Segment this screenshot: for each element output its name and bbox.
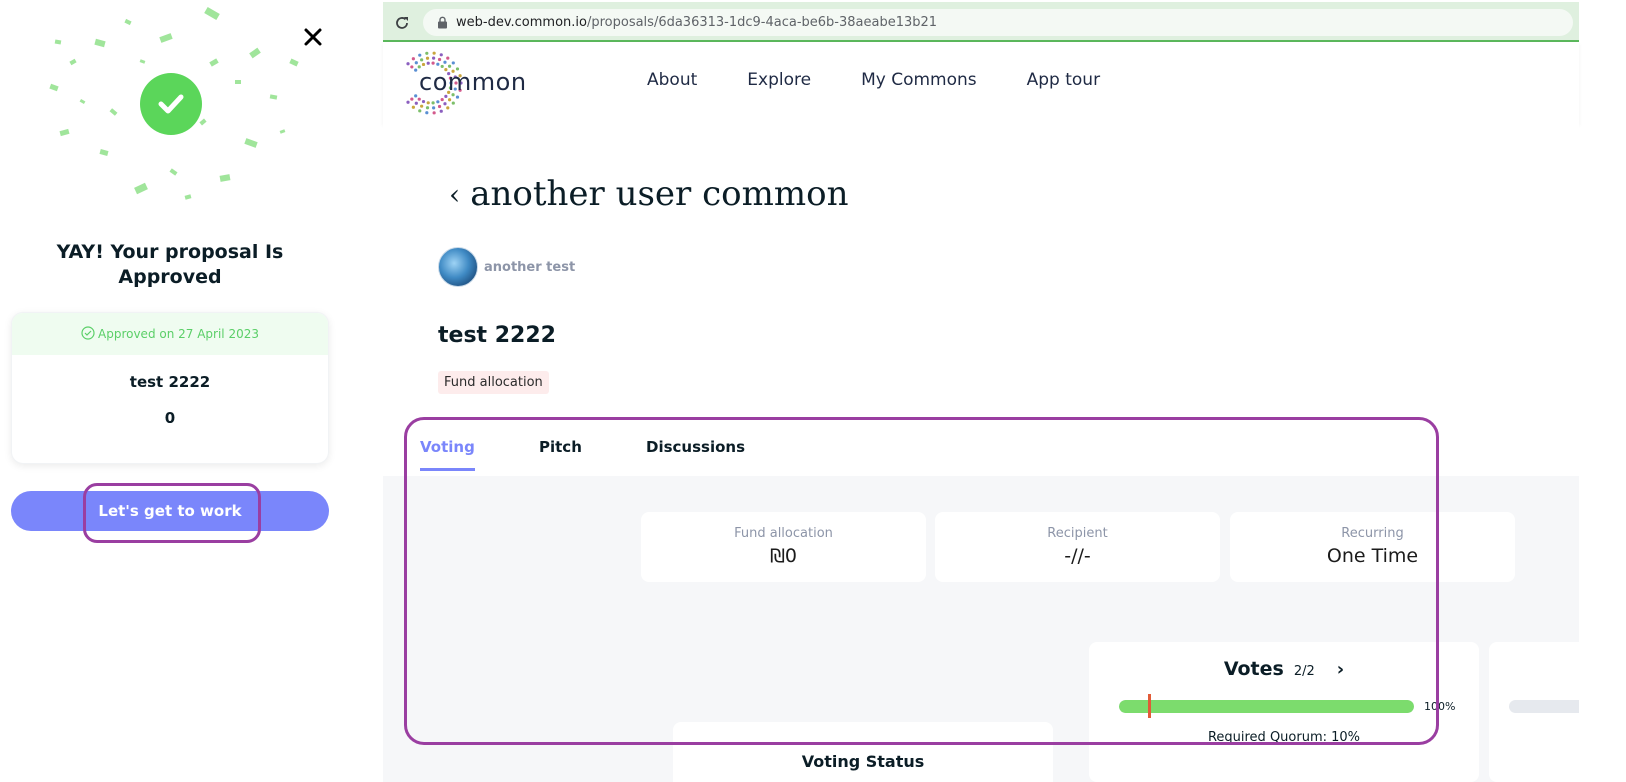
secondary-progress-bar bbox=[1509, 700, 1579, 713]
confetti-piece bbox=[124, 18, 132, 26]
votes-card: Votes 2/2 › 100% Required Quorum: 10% bbox=[1089, 642, 1479, 782]
vote-progress-fill bbox=[1119, 700, 1414, 713]
confetti-piece bbox=[249, 47, 261, 59]
approved-proposal-name: test 2222 bbox=[129, 373, 211, 391]
secondary-votes-card bbox=[1489, 642, 1579, 782]
confetti-piece bbox=[204, 6, 220, 21]
votes-label: Votes bbox=[1223, 658, 1284, 680]
address-bar: web-dev.common.io/proposals/6da36313-1dc… bbox=[383, 2, 1579, 42]
proposal-page: ‹ another user common another test test … bbox=[383, 124, 1579, 782]
proposal-title: test 2222 bbox=[438, 323, 556, 348]
approval-card: Approved on 27 April 2023 test 2222 0 bbox=[11, 312, 329, 464]
proposal-tabs: Voting Pitch Discussions bbox=[383, 420, 1579, 476]
approval-banner: Approved on 27 April 2023 bbox=[12, 313, 328, 355]
back-to-common-link[interactable]: ‹ another user common bbox=[449, 174, 848, 214]
proposal-author[interactable]: another test bbox=[438, 247, 575, 287]
tab-pitch[interactable]: Pitch bbox=[539, 438, 582, 468]
confetti-piece bbox=[54, 39, 62, 45]
confetti-piece bbox=[289, 58, 299, 67]
lock-icon bbox=[437, 16, 448, 29]
recipient-label: Recipient bbox=[1047, 526, 1108, 541]
confetti-piece bbox=[219, 174, 231, 182]
get-to-work-button[interactable]: Let's get to work bbox=[11, 491, 329, 531]
reload-icon[interactable] bbox=[393, 14, 411, 32]
url-path: /proposals/6da36313-1dc9-4aca-be6b-38aea… bbox=[586, 15, 938, 30]
avatar bbox=[438, 247, 478, 287]
recurring-label: Recurring bbox=[1341, 526, 1404, 541]
votes-header: Votes 2/2 › bbox=[1089, 658, 1479, 680]
nav-about[interactable]: About bbox=[647, 70, 697, 90]
confetti-piece bbox=[109, 108, 118, 116]
approval-date-text: Approved on 27 April 2023 bbox=[98, 327, 259, 341]
chevron-left-icon: ‹ bbox=[449, 177, 461, 211]
confetti-piece bbox=[49, 83, 59, 92]
recurring-card: Recurring One Time bbox=[1230, 512, 1515, 582]
tab-voting[interactable]: Voting bbox=[420, 438, 475, 471]
url-input[interactable]: web-dev.common.io/proposals/6da36313-1dc… bbox=[423, 9, 1573, 36]
fund-allocation-card: Fund allocation ₪0 bbox=[641, 512, 926, 582]
confetti-piece bbox=[134, 182, 148, 195]
fund-allocation-value: ₪0 bbox=[770, 545, 797, 567]
browser-window: web-dev.common.io/proposals/6da36313-1dc… bbox=[383, 0, 1579, 782]
check-circle-icon bbox=[81, 325, 95, 343]
fund-allocation-label: Fund allocation bbox=[734, 526, 833, 541]
confetti-piece bbox=[209, 58, 219, 67]
logo-text: common bbox=[419, 68, 527, 96]
nav-explore[interactable]: Explore bbox=[747, 70, 811, 90]
chevron-right-icon[interactable]: › bbox=[1337, 659, 1344, 680]
votes-count: 2/2 bbox=[1293, 664, 1315, 679]
confetti-piece bbox=[184, 194, 192, 200]
site-header: common About Explore My Commons App tour bbox=[383, 42, 1579, 124]
voting-status-title: Voting Status bbox=[801, 752, 925, 771]
approval-modal: YAY! Your proposal Is Approved Approved … bbox=[0, 0, 340, 782]
logo[interactable]: common bbox=[395, 48, 535, 118]
confetti-piece bbox=[139, 59, 146, 64]
close-icon[interactable] bbox=[300, 24, 326, 50]
confetti-piece bbox=[169, 168, 178, 176]
approved-amount: 0 bbox=[164, 409, 176, 427]
main-nav: About Explore My Commons App tour bbox=[647, 70, 1150, 90]
confetti-piece bbox=[99, 149, 109, 156]
check-icon bbox=[140, 73, 202, 135]
confetti-piece bbox=[69, 58, 77, 66]
proposal-type-badge: Fund allocation bbox=[438, 371, 549, 394]
confetti-piece bbox=[79, 98, 86, 105]
confetti-piece bbox=[244, 138, 258, 148]
recipient-value: -//- bbox=[1064, 545, 1091, 567]
quorum-marker bbox=[1147, 694, 1151, 718]
confetti-piece bbox=[199, 118, 207, 126]
vote-progress-bar bbox=[1119, 700, 1414, 713]
required-quorum-text: Required Quorum: 10% bbox=[1207, 730, 1361, 745]
tab-discussions[interactable]: Discussions bbox=[646, 438, 745, 468]
confetti-piece bbox=[159, 33, 173, 43]
confetti-piece bbox=[269, 94, 278, 100]
nav-app-tour[interactable]: App tour bbox=[1027, 70, 1100, 90]
recurring-value: One Time bbox=[1326, 545, 1419, 567]
url-host: web-dev.common.io bbox=[456, 15, 587, 30]
common-title: another user common bbox=[470, 174, 849, 214]
confetti-piece bbox=[279, 129, 286, 134]
confetti-piece bbox=[235, 80, 241, 84]
voting-panel: Fund allocation ₪0 Recipient -//- Recurr… bbox=[383, 476, 1579, 782]
recipient-card: Recipient -//- bbox=[935, 512, 1220, 582]
nav-my-commons[interactable]: My Commons bbox=[861, 70, 977, 90]
confetti-piece bbox=[59, 128, 70, 137]
modal-title: YAY! Your proposal Is Approved bbox=[56, 241, 284, 288]
confetti-piece bbox=[94, 38, 106, 48]
vote-percent: 100% bbox=[1424, 700, 1456, 713]
voting-status-card: Voting Status bbox=[673, 722, 1053, 782]
author-name: another test bbox=[484, 259, 576, 275]
